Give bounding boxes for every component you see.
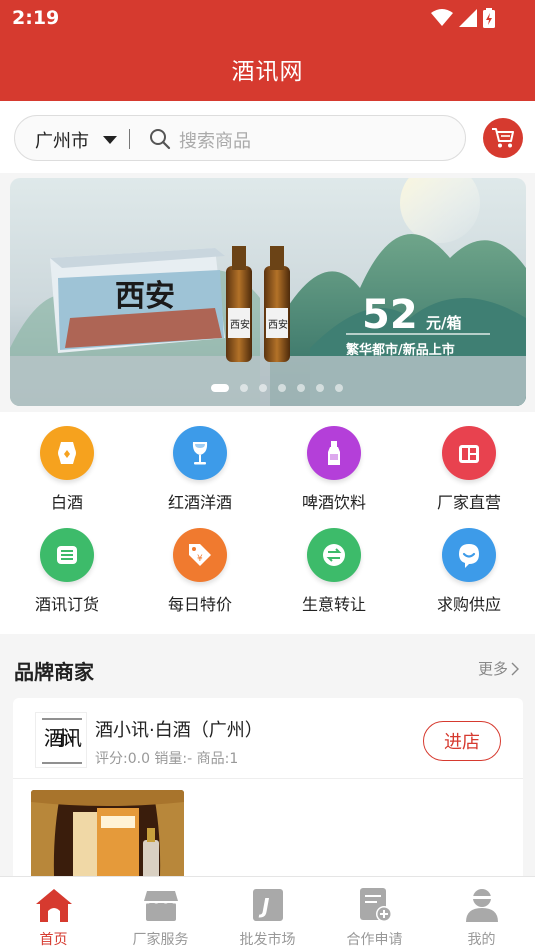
transfer-icon bbox=[323, 544, 345, 566]
store-name: 酒小讯·白酒（广州） bbox=[95, 720, 263, 741]
bottle-label-1: 西安 bbox=[230, 318, 250, 331]
apply-document-icon bbox=[359, 888, 392, 922]
factory-store-icon bbox=[459, 445, 479, 463]
tab-factory-service[interactable]: 厂家服务 bbox=[107, 877, 214, 951]
category-baijiu[interactable]: 白酒 bbox=[7, 426, 127, 513]
category-supply[interactable]: 求购供应 bbox=[409, 528, 529, 615]
banner-art: 西安 西安 西安 52 元/箱 繁华都市/新品上市 bbox=[10, 178, 526, 406]
category-label: 酒讯订货 bbox=[34, 595, 99, 614]
bottom-tab-bar: 首页 厂家服务 J 批发市场 合作申请 我的 bbox=[0, 876, 535, 951]
category-label: 厂家直营 bbox=[436, 493, 501, 512]
category-daily-special[interactable]: ¥ 每日特价 bbox=[140, 528, 260, 615]
tab-label: 厂家服务 bbox=[132, 932, 189, 948]
cart-icon bbox=[492, 128, 514, 148]
wholesale-j-icon: J bbox=[252, 889, 283, 921]
more-label: 更多 bbox=[477, 660, 508, 678]
storefront-icon bbox=[143, 891, 178, 921]
category-beer[interactable]: 啤酒饮料 bbox=[274, 426, 394, 513]
brand-store-card[interactable]: 酒小讯 酒小讯·白酒（广州） 评分:0.0 销量:- 商品:1 进店 bbox=[13, 698, 523, 898]
svg-text:¥: ¥ bbox=[197, 554, 203, 564]
status-bar: 2:19 bbox=[0, 0, 535, 36]
beer-bottle-icon bbox=[328, 441, 340, 465]
battery-icon bbox=[483, 8, 495, 28]
search-box[interactable]: 广州市 搜索商品 bbox=[14, 115, 466, 161]
chat-smile-icon bbox=[459, 544, 479, 568]
carousel-dots bbox=[10, 384, 526, 392]
brands-header: 品牌商家 更多 bbox=[0, 634, 535, 698]
page-title: 酒讯网 bbox=[231, 59, 304, 85]
price-tag-icon: ¥ bbox=[189, 544, 211, 566]
search-row: 广州市 搜索商品 bbox=[0, 101, 535, 173]
enter-store-button[interactable]: 进店 bbox=[423, 721, 501, 761]
category-label: 求购供应 bbox=[436, 595, 501, 614]
chevron-right-icon bbox=[511, 662, 519, 675]
banner-price-unit: 元/箱 bbox=[426, 314, 461, 332]
tab-label: 批发市场 bbox=[239, 932, 296, 948]
user-icon bbox=[465, 889, 498, 922]
status-time: 2:19 bbox=[12, 7, 60, 29]
search-divider bbox=[129, 129, 130, 149]
category-label: 白酒 bbox=[50, 493, 83, 512]
banner-price: 52 bbox=[362, 292, 418, 338]
tab-home[interactable]: 首页 bbox=[0, 877, 107, 951]
section-title: 品牌商家 bbox=[14, 660, 94, 684]
more-link[interactable]: 更多 bbox=[478, 658, 519, 679]
signal-icon bbox=[459, 9, 477, 27]
carousel-dot[interactable] bbox=[240, 384, 248, 392]
carousel-dot[interactable] bbox=[211, 384, 229, 392]
baijiu-icon bbox=[58, 442, 76, 464]
card-divider bbox=[13, 778, 523, 779]
category-factory[interactable]: 厂家直营 bbox=[409, 426, 529, 513]
tab-cooperation[interactable]: 合作申请 bbox=[321, 877, 428, 951]
search-icon bbox=[150, 129, 171, 150]
tab-wholesale[interactable]: J 批发市场 bbox=[214, 877, 321, 951]
store-meta: 评分:0.0 销量:- 商品:1 bbox=[95, 751, 239, 767]
category-label: 啤酒饮料 bbox=[301, 493, 366, 512]
tab-mine[interactable]: 我的 bbox=[428, 877, 535, 951]
order-list-icon bbox=[57, 546, 77, 564]
carousel-dot[interactable] bbox=[278, 384, 286, 392]
promo-banner[interactable]: 西安 西安 西安 52 元/箱 繁华都市/新品上市 bbox=[10, 178, 526, 406]
search-input[interactable]: 搜索商品 bbox=[179, 127, 251, 153]
banner-box-text: 西安 bbox=[115, 279, 175, 314]
category-label: 红酒洋酒 bbox=[167, 493, 232, 512]
cart-button[interactable] bbox=[483, 118, 523, 158]
home-icon bbox=[35, 889, 72, 922]
tab-label: 我的 bbox=[467, 932, 496, 948]
bottle-label-2: 西安 bbox=[268, 318, 288, 331]
carousel-dot[interactable] bbox=[335, 384, 343, 392]
category-grid: 白酒 红酒洋酒 啤酒饮料 厂家直营 酒讯订货 ¥ 每日特价 生意转让 求购供应 bbox=[0, 412, 535, 634]
category-transfer[interactable]: 生意转让 bbox=[274, 528, 394, 615]
status-icons bbox=[431, 8, 495, 28]
carousel-dot[interactable] bbox=[259, 384, 267, 392]
caret-down-icon[interactable] bbox=[103, 136, 117, 144]
category-label: 每日特价 bbox=[167, 595, 232, 614]
logo-char-1: 酒小讯 bbox=[44, 726, 82, 750]
app-root: 2:19 酒讯网 广州市 搜索商品 西安 西安 西安 52 元/箱 繁华都市/新… bbox=[0, 0, 535, 951]
tab-label: 首页 bbox=[39, 932, 68, 948]
carousel-dot[interactable] bbox=[316, 384, 324, 392]
wifi-icon bbox=[431, 9, 453, 26]
wine-glass-icon bbox=[192, 442, 208, 465]
category-order[interactable]: 酒讯订货 bbox=[7, 528, 127, 615]
banner-slogan: 繁华都市/新品上市 bbox=[346, 342, 455, 358]
category-wine[interactable]: 红酒洋酒 bbox=[140, 426, 260, 513]
top-bar: 2:19 酒讯网 bbox=[0, 0, 535, 101]
carousel-dot[interactable] bbox=[297, 384, 305, 392]
tab-label: 合作申请 bbox=[346, 932, 403, 948]
city-selector[interactable]: 广州市 bbox=[35, 127, 89, 153]
category-label: 生意转让 bbox=[301, 595, 366, 614]
store-logo: 酒小讯 bbox=[35, 712, 87, 768]
